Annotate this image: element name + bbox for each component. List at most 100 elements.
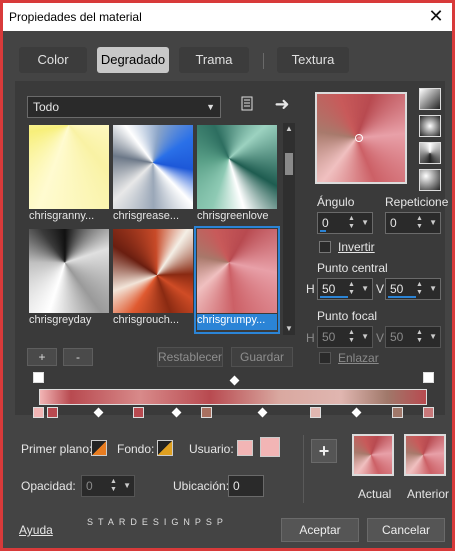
spin-arrows-icon[interactable]: ▲ ▼ [348, 329, 358, 345]
color-stop[interactable] [47, 407, 58, 418]
spin-arrows-icon[interactable]: ▲ ▼ [416, 281, 426, 297]
center-h-label: H [306, 282, 315, 296]
gradient-editor [27, 369, 441, 419]
gradient-thumb-chrisgranny[interactable]: chrisgranny... [29, 125, 109, 227]
user-color-swatch[interactable] [260, 437, 280, 457]
sunburst-style-icon[interactable] [419, 142, 441, 164]
center-h-value: 50 [322, 282, 336, 296]
gradient-thumb-chrisgreenlove[interactable]: chrisgreenlove [197, 125, 277, 227]
angle-track [320, 230, 326, 232]
color-midpoint[interactable] [171, 407, 182, 418]
color-stop[interactable] [201, 407, 212, 418]
foreground-label: Primer plano: [21, 442, 93, 456]
library-scrollbar[interactable]: ▲ ▼ [283, 123, 295, 335]
section-divider [303, 435, 304, 503]
invert-label: Invertir [338, 240, 375, 254]
color-midpoint[interactable] [93, 407, 104, 418]
location-label: Ubicación: [173, 479, 230, 493]
gradient-thumb-label: chrisgreenlove [197, 210, 269, 222]
angle-stepper[interactable]: 0 ▲ ▼ ▼ [317, 212, 373, 234]
help-link[interactable]: Ayuda [19, 523, 53, 537]
spin-arrows-icon[interactable]: ▲ ▼ [416, 329, 426, 345]
tab-texture[interactable]: Textura [277, 47, 349, 73]
repeats-value: 0 [390, 216, 397, 230]
material-properties-dialog: Propiedades del material ✕ Color Degrada… [0, 0, 455, 551]
spin-arrows-icon[interactable]: ▲ ▼ [348, 215, 358, 231]
reset-button[interactable]: Restablecer [157, 347, 223, 367]
arrow-right-icon[interactable]: ➜ [271, 94, 293, 114]
color-stop[interactable] [133, 407, 144, 418]
focal-v-stepper[interactable]: 50 ▲ ▼ ▼ [385, 326, 441, 348]
color-stop[interactable] [423, 407, 434, 418]
current-gradient-swatch [352, 434, 394, 476]
remove-gradient-button[interactable]: - [63, 348, 93, 366]
gradient-thumb-chrisgreyday[interactable]: chrisgreyday [29, 229, 109, 331]
radial-style-icon[interactable] [419, 169, 441, 191]
chevron-down-icon[interactable]: ▼ [361, 213, 369, 233]
color-midpoint[interactable] [351, 407, 362, 418]
gradient-preview-image [197, 125, 277, 209]
color-stop[interactable] [310, 407, 321, 418]
cancel-button[interactable]: Cancelar [367, 518, 445, 542]
spin-arrows-icon[interactable]: ▲ ▼ [416, 215, 426, 231]
opacity-midpoint[interactable] [229, 375, 240, 386]
background-label: Fondo: [117, 442, 155, 456]
linear-style-icon[interactable] [419, 88, 441, 110]
scrollbar-thumb[interactable] [285, 153, 293, 175]
repeats-stepper[interactable]: 0 ▲ ▼ ▼ [385, 212, 441, 234]
resource-manager-icon[interactable] [239, 96, 257, 114]
category-select[interactable]: Todo ▼ [27, 96, 221, 118]
add-button[interactable]: + [311, 439, 337, 463]
focal-h-stepper[interactable]: 50 ▲ ▼ ▼ [317, 326, 373, 348]
save-button[interactable]: Guardar [231, 347, 293, 367]
previous-gradient-swatch[interactable] [404, 434, 446, 476]
ok-button[interactable]: Aceptar [281, 518, 359, 542]
opacity-stop-left[interactable] [33, 372, 44, 383]
add-gradient-button[interactable]: + [27, 348, 57, 366]
color-stop[interactable] [392, 407, 403, 418]
center-h-track [320, 296, 348, 298]
spin-arrows-icon[interactable]: ▲ ▼ [110, 478, 120, 494]
opacity-stop-right[interactable] [423, 372, 434, 383]
tab-color[interactable]: Color [19, 47, 87, 73]
center-v-stepper[interactable]: 50 ▲ ▼ ▼ [385, 278, 441, 300]
chevron-down-icon[interactable]: ▼ [361, 279, 369, 299]
chevron-down-icon[interactable]: ▼ [123, 476, 131, 496]
scroll-up-icon[interactable]: ▲ [283, 123, 295, 135]
color-stop[interactable] [33, 407, 44, 418]
center-crosshair-icon[interactable] [355, 134, 363, 142]
chevron-down-icon[interactable]: ▼ [361, 327, 369, 347]
gradient-thumb-label: chrisgreyday [29, 314, 92, 326]
chevron-down-icon: ▼ [206, 102, 215, 112]
opacity-stepper[interactable]: 0 ▲ ▼ ▼ [81, 475, 135, 497]
invert-checkbox[interactable] [319, 241, 331, 253]
user-label: Usuario: [189, 442, 234, 456]
rectangular-style-icon[interactable] [419, 115, 441, 137]
window-title: Propiedades del material [9, 10, 142, 24]
spin-arrows-icon[interactable]: ▲ ▼ [348, 281, 358, 297]
current-label: Actual [358, 487, 392, 501]
user-swatch[interactable] [237, 440, 253, 456]
location-field[interactable]: 0 [228, 475, 264, 497]
tab-gradient[interactable]: Degradado [97, 47, 169, 73]
title-bar: Propiedades del material ✕ [3, 3, 452, 31]
gradient-thumb-chrisgrumpy[interactable]: chrisgrumpy... [194, 226, 280, 334]
color-midpoint[interactable] [257, 407, 268, 418]
gradient-bar[interactable] [39, 389, 427, 405]
gradient-preview[interactable] [315, 92, 407, 184]
background-swatch[interactable] [157, 440, 173, 456]
chevron-down-icon[interactable]: ▼ [429, 327, 437, 347]
link-label: Enlazar [338, 351, 379, 365]
chevron-down-icon[interactable]: ▼ [429, 213, 437, 233]
foreground-swatch[interactable] [91, 440, 107, 456]
link-checkbox[interactable] [319, 352, 331, 364]
scroll-down-icon[interactable]: ▼ [283, 323, 295, 335]
center-h-stepper[interactable]: 50 ▲ ▼ ▼ [317, 278, 373, 300]
close-icon[interactable]: ✕ [426, 6, 446, 26]
gradient-thumb-chrisgrease[interactable]: chrisgrease... [113, 125, 193, 227]
tab-pattern[interactable]: Trama [179, 47, 249, 73]
chevron-down-icon[interactable]: ▼ [429, 279, 437, 299]
gradient-thumb-chrisgrouch[interactable]: chrisgrouch... [113, 229, 193, 331]
gradient-thumb-label: chrisgranny... [29, 210, 95, 222]
gradient-library: chrisgranny... chrisgrease... chrisgreen… [27, 123, 281, 335]
